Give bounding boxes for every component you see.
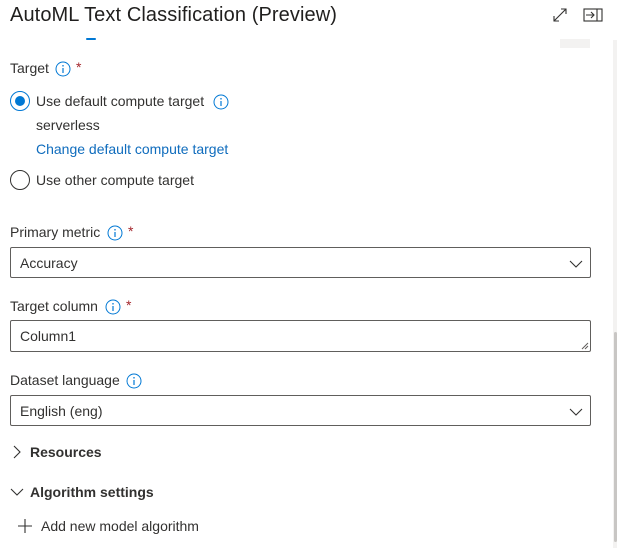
change-default-compute-link[interactable]: Change default compute target (36, 141, 228, 157)
default-compute-value: serverless (36, 117, 100, 133)
expand-icon[interactable] (552, 7, 568, 23)
chevron-right-icon[interactable] (10, 445, 24, 459)
dataset-language-label: Dataset language (10, 372, 120, 388)
panel-header: AutoML Text Classification (Preview) (0, 0, 617, 34)
default-compute-label[interactable]: Use default compute target (36, 93, 204, 109)
required-asterisk: * (126, 297, 132, 313)
target-column-label: Target column (10, 298, 98, 314)
target-label: Target (10, 60, 49, 76)
dock-panel-icon[interactable] (583, 7, 603, 23)
resize-grip-icon[interactable] (579, 340, 589, 350)
scrolled-control-fragment (560, 39, 590, 48)
target-column-value: Column1 (20, 328, 77, 344)
chevron-down-icon (569, 260, 583, 268)
primary-metric-value: Accuracy (20, 255, 78, 271)
info-icon[interactable] (213, 94, 229, 110)
primary-metric-label: Primary metric (10, 224, 101, 240)
target-column-input[interactable]: Column1 (10, 320, 591, 352)
other-compute-radio[interactable] (10, 170, 30, 190)
other-compute-label[interactable]: Use other compute target (36, 172, 194, 188)
required-asterisk: * (76, 59, 82, 75)
info-icon[interactable] (126, 373, 142, 389)
info-icon[interactable] (105, 299, 121, 315)
add-model-algorithm-label: Add new model algorithm (41, 518, 199, 534)
info-icon[interactable] (55, 61, 71, 77)
dataset-language-value: English (eng) (20, 403, 103, 419)
chevron-down-icon (569, 408, 583, 416)
default-compute-radio[interactable] (10, 91, 30, 111)
info-icon[interactable] (107, 225, 123, 241)
scrolled-link-fragment (86, 38, 96, 40)
chevron-down-icon[interactable] (10, 485, 24, 499)
resources-section-header[interactable]: Resources (30, 444, 102, 460)
panel-title: AutoML Text Classification (Preview) (10, 4, 338, 26)
primary-metric-dropdown[interactable]: Accuracy (10, 247, 591, 278)
required-asterisk: * (128, 223, 134, 239)
algorithm-settings-section-header[interactable]: Algorithm settings (30, 484, 154, 500)
dataset-language-dropdown[interactable]: English (eng) (10, 395, 591, 426)
plus-icon (18, 519, 32, 533)
